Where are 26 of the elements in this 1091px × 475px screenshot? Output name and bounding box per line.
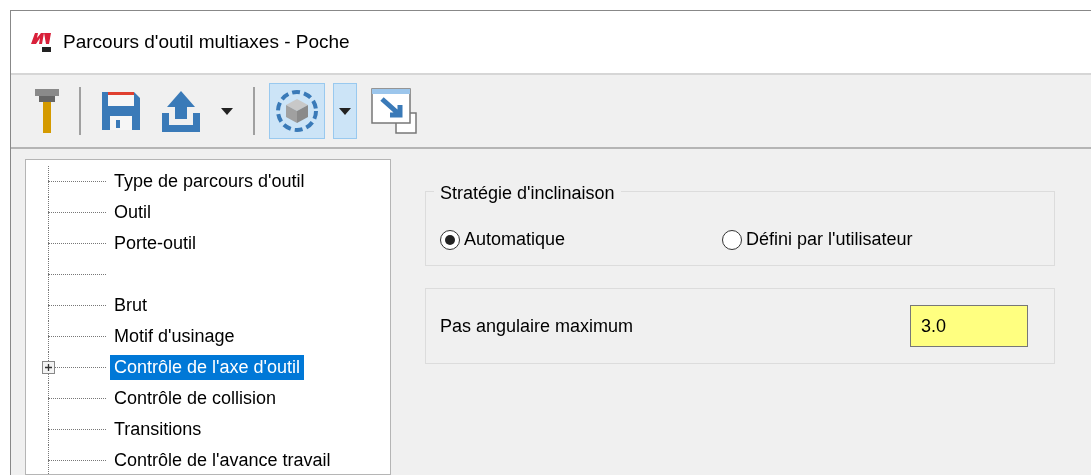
save-icon [100, 90, 142, 132]
cube-icon [274, 88, 320, 134]
tree-item[interactable]: Contrôle de l'avance travail [110, 447, 335, 474]
tree-item[interactable]: Transitions [110, 416, 206, 443]
radio-button[interactable] [722, 229, 742, 250]
input-field[interactable]: 3.0 [910, 305, 1028, 347]
upload-icon [160, 89, 202, 133]
caret-icon [339, 107, 351, 115]
dropdown-button[interactable] [333, 83, 357, 139]
tree-item[interactable]: Contrôle de l'axe d'outil [110, 354, 304, 381]
tree-item[interactable]: Porte-outil [110, 230, 201, 257]
radio-option[interactable]: Automatique [440, 226, 722, 253]
tool-icon [34, 87, 60, 135]
expand-icon[interactable] [42, 361, 55, 374]
radio-option[interactable]: Défini par l'utilisateur [722, 226, 913, 253]
window-title: Parcours d'outil multiaxes - Poche [63, 29, 350, 54]
tree-item[interactable]: Motif d'usinage [110, 323, 239, 350]
tree-item[interactable]: Contrôle de collision [110, 385, 281, 412]
caret-icon [221, 107, 233, 115]
view-button[interactable] [269, 83, 325, 139]
tree-item[interactable]: Brut [110, 292, 151, 319]
tree-item[interactable]: Outil [110, 199, 155, 226]
tree-item[interactable]: Type de parcours d'outil [110, 168, 309, 195]
radio-button[interactable] [440, 229, 460, 250]
field-label: Pas angulaire maximum [440, 314, 634, 338]
window-arrow-icon [370, 87, 418, 135]
